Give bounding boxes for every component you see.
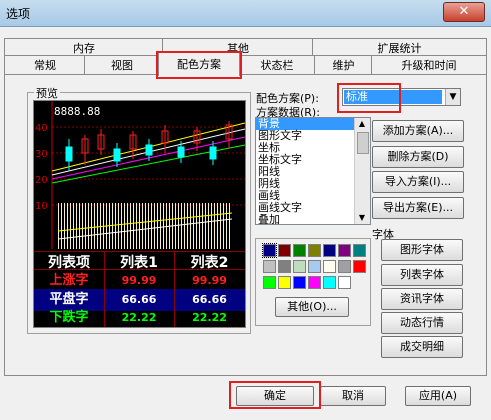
color-swatch[interactable] (353, 260, 366, 273)
list-font-button[interactable]: 列表字体 (381, 264, 463, 286)
preview-fall-v2: 22.22 (192, 311, 227, 324)
color-swatch[interactable] (308, 276, 321, 289)
color-swatch[interactable] (278, 260, 291, 273)
graph-font-button[interactable]: 图形字体 (381, 239, 463, 261)
list-scrollbar[interactable]: ▲ ▼ (354, 118, 370, 224)
delete-scheme-button[interactable]: 删除方案(D) (372, 146, 464, 168)
preview-col-divider-1 (104, 251, 105, 327)
tab-color-scheme[interactable]: 配色方案 (158, 52, 240, 76)
news-font-button[interactable]: 资讯字体 (381, 288, 463, 310)
color-swatch[interactable] (323, 260, 336, 273)
axis-label-10: 10 (35, 201, 48, 212)
scroll-down-icon[interactable]: ▼ (356, 213, 368, 223)
scheme-select-value: 标准 (344, 90, 442, 104)
axis-label-30: 30 (35, 149, 48, 160)
ok-button[interactable]: 确定 (236, 386, 314, 406)
trade-detail-button[interactable]: 成交明细 (381, 336, 463, 358)
color-swatch[interactable] (263, 276, 276, 289)
color-swatch[interactable] (323, 244, 336, 257)
color-swatch[interactable] (262, 243, 277, 258)
preview-row-fall: 下跌字 22.22 22.22 (34, 307, 245, 327)
color-swatch[interactable] (353, 244, 366, 257)
volume-bars (57, 203, 233, 249)
price-readout: 8888.88 (54, 105, 100, 118)
tab-view[interactable]: 视图 (84, 55, 160, 76)
window-title: 选项 (6, 7, 31, 21)
preview-group-label: 预览 (34, 85, 60, 101)
chevron-down-icon[interactable]: ▼ (445, 89, 460, 105)
preview-fall-v1: 22.22 (121, 311, 157, 324)
import-scheme-button[interactable]: 导入方案(I)... (372, 171, 464, 193)
color-swatch[interactable] (308, 260, 321, 273)
close-button[interactable]: ✕ (443, 2, 485, 22)
axis-label-20: 20 (35, 175, 48, 186)
color-swatch[interactable] (278, 276, 291, 289)
tab-general[interactable]: 常规 (4, 55, 86, 76)
color-swatch[interactable] (338, 276, 351, 289)
axis-label-40: 40 (35, 123, 48, 134)
color-swatch[interactable] (293, 244, 306, 257)
scheme-select[interactable]: 标准 ▼ (342, 88, 461, 106)
preview-col-divider-2 (174, 251, 175, 327)
tab-upgrade-time[interactable]: 升级和时间 (371, 55, 487, 76)
scroll-thumb[interactable] (357, 132, 369, 154)
color-swatch[interactable] (293, 276, 306, 289)
preview-chart: 8888.88 40 30 20 10 列表项 列表1 列表2 上涨字 99.9… (33, 100, 246, 328)
scheme-data-list[interactable]: 背景 图形文字 坐标 坐标文字 阳线 阴线 画线 画线文字 叠加 ▲ ▼ (255, 117, 371, 225)
apply-button[interactable]: 应用(A) (405, 386, 471, 406)
scroll-up-icon[interactable]: ▲ (356, 119, 368, 129)
tab-status-bar[interactable]: 状态栏 (238, 55, 316, 76)
preview-fall-label: 下跌字 (49, 310, 89, 325)
dynamic-quote-button[interactable]: 动态行情 (381, 312, 463, 334)
color-swatch[interactable] (308, 244, 321, 257)
title-bar: 选项 ✕ (0, 0, 491, 27)
tab-maintenance[interactable]: 维护 (314, 55, 373, 76)
color-swatch[interactable] (278, 244, 291, 257)
other-color-button[interactable]: 其他(O)... (275, 297, 349, 317)
color-swatch[interactable] (338, 260, 351, 273)
export-scheme-button[interactable]: 导出方案(E)... (372, 197, 464, 219)
add-scheme-button[interactable]: 添加方案(A)... (372, 120, 464, 142)
color-swatch[interactable] (323, 276, 336, 289)
cancel-button[interactable]: 取消 (320, 386, 386, 406)
list-item[interactable]: 叠加 (256, 214, 370, 225)
color-swatch[interactable] (263, 260, 276, 273)
color-swatch[interactable] (338, 244, 351, 257)
color-swatch[interactable] (293, 260, 306, 273)
